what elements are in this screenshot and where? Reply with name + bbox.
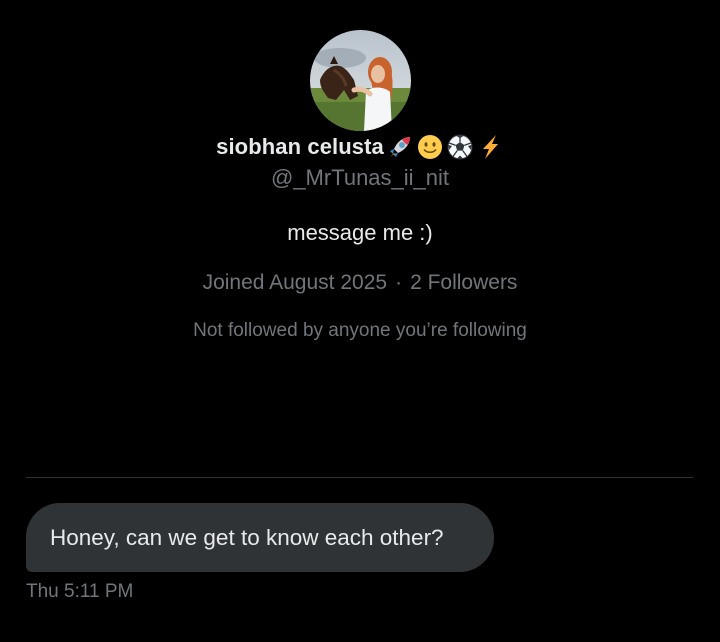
profile-handle[interactable]: @_MrTunas_ii_nit bbox=[0, 165, 720, 191]
profile-bio: message me :) bbox=[287, 220, 433, 245]
high-voltage-icon bbox=[482, 135, 498, 159]
message-text: Honey, can we get to know each other? bbox=[50, 524, 444, 550]
soccer-ball-icon bbox=[447, 134, 473, 160]
not-followed-notice: Not followed by anyone you’re following bbox=[193, 320, 527, 341]
followers-count-link[interactable]: 2 Followers bbox=[410, 271, 517, 295]
joined-date: Joined August 2025 bbox=[202, 271, 388, 294]
avatar-photo bbox=[310, 30, 411, 131]
slightly-smiling-face-icon bbox=[417, 135, 442, 159]
conversation-divider bbox=[26, 477, 693, 478]
meta-separator: · bbox=[395, 271, 403, 294]
display-name-row: siobhan celusta bbox=[0, 131, 720, 163]
profile-meta: Joined August 2025 · 2 Followers bbox=[0, 271, 720, 295]
rocket-icon bbox=[388, 137, 410, 158]
message-bubble[interactable]: Honey, can we get to know each other? bbox=[26, 503, 494, 572]
avatar[interactable] bbox=[310, 30, 411, 131]
display-name[interactable]: siobhan celusta bbox=[216, 134, 384, 160]
message-timestamp: Thu 5:11 PM bbox=[26, 581, 134, 602]
